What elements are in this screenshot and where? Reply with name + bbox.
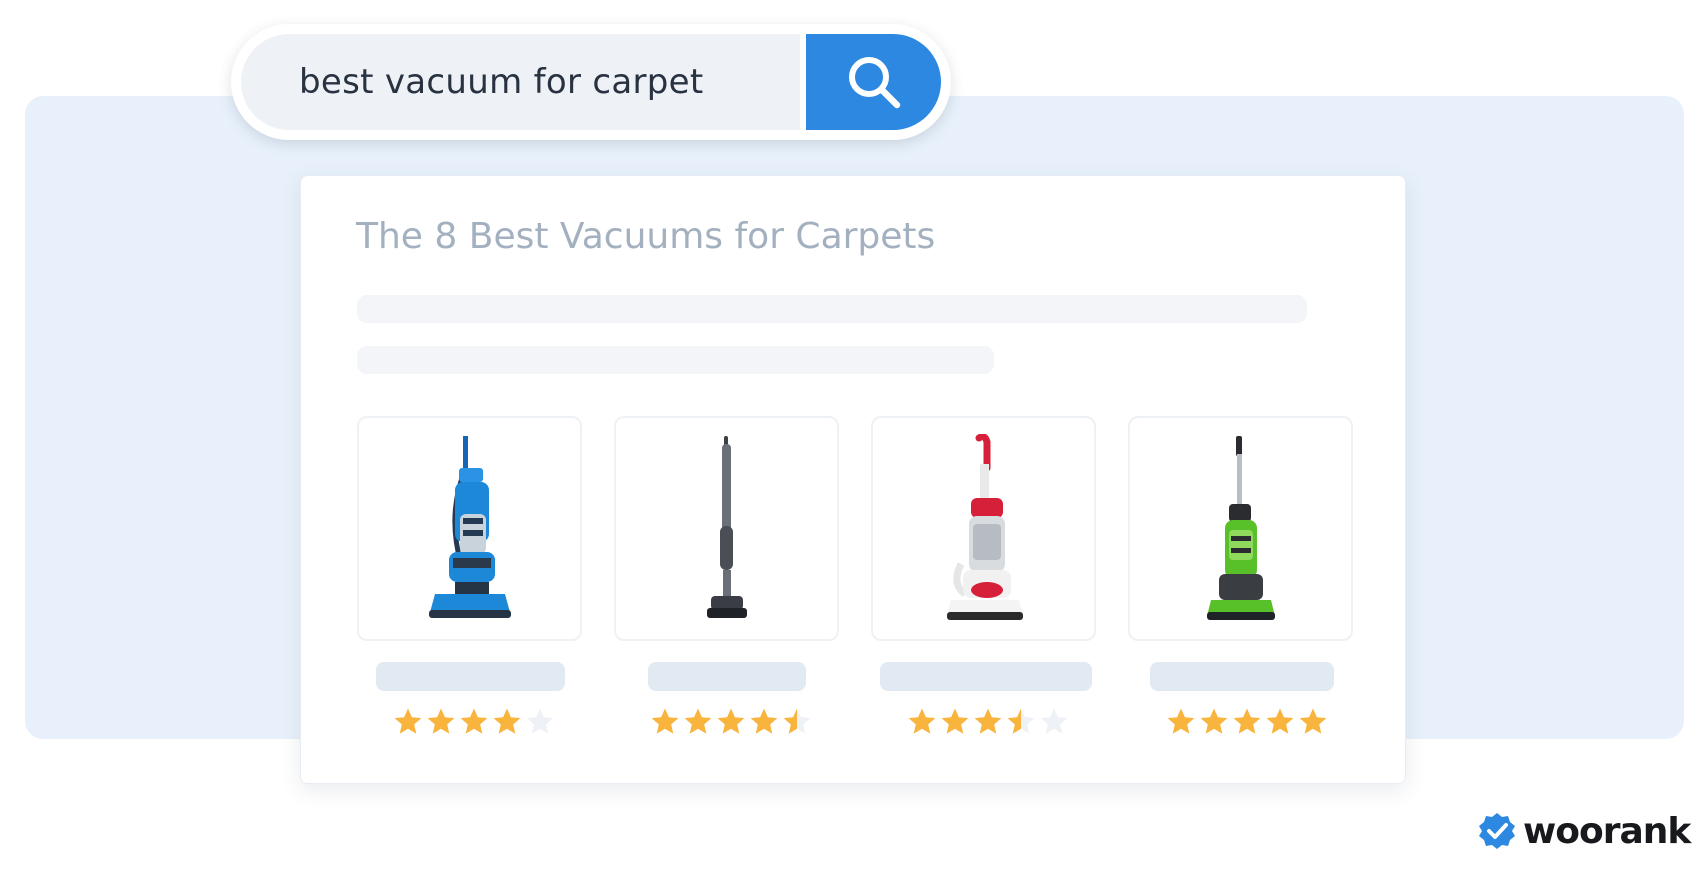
star-icon (1007, 708, 1035, 734)
search-bar: best vacuum for carpet (231, 24, 951, 140)
star-icon (750, 708, 778, 734)
description-placeholder-line-2 (357, 346, 994, 374)
brand-name: woorank (1523, 810, 1691, 852)
rating-stars (1166, 707, 1328, 739)
search-icon (848, 57, 900, 109)
star-icon (1167, 708, 1195, 734)
star-icon (1299, 708, 1327, 734)
blue-upright-vacuum-image (428, 435, 511, 618)
star-icon (941, 708, 969, 734)
green-upright-vacuum-image (1206, 435, 1275, 620)
search-result-card: The 8 Best Vacuums for Carpets (300, 175, 1406, 784)
product-tile-2[interactable] (614, 416, 839, 641)
product-name-placeholder (1150, 662, 1334, 691)
gray-stick-vacuum-image (706, 435, 747, 618)
search-button[interactable] (806, 34, 941, 130)
star-icon (493, 708, 521, 734)
star-icon (783, 708, 811, 734)
rating-stars (393, 707, 555, 739)
result-title[interactable]: The 8 Best Vacuums for Carpets (356, 216, 935, 257)
star-icon (1266, 708, 1294, 734)
star-icon (1200, 708, 1228, 734)
star-icon (394, 708, 422, 734)
product-tile-4[interactable] (1128, 416, 1353, 641)
rating-stars (650, 707, 812, 739)
product-tile-1[interactable] (357, 416, 582, 641)
check-badge-icon (1479, 813, 1515, 849)
red-white-upright-vacuum-image (946, 433, 1023, 620)
star-icon (1040, 708, 1068, 734)
product-name-placeholder (880, 662, 1092, 691)
star-icon (684, 708, 712, 734)
search-input[interactable]: best vacuum for carpet (241, 34, 800, 130)
woorank-logo[interactable]: woorank (1477, 808, 1691, 854)
rating-stars (907, 707, 1069, 739)
product-name-placeholder (648, 662, 806, 691)
star-icon (651, 708, 679, 734)
description-placeholder-line-1 (357, 295, 1307, 323)
star-icon (717, 708, 745, 734)
product-tile-3[interactable] (871, 416, 1096, 641)
star-icon (427, 708, 455, 734)
product-name-placeholder (376, 662, 565, 691)
star-icon (460, 708, 488, 734)
star-icon (974, 708, 1002, 734)
star-icon (1233, 708, 1261, 734)
star-icon (908, 708, 936, 734)
star-icon (526, 708, 554, 734)
